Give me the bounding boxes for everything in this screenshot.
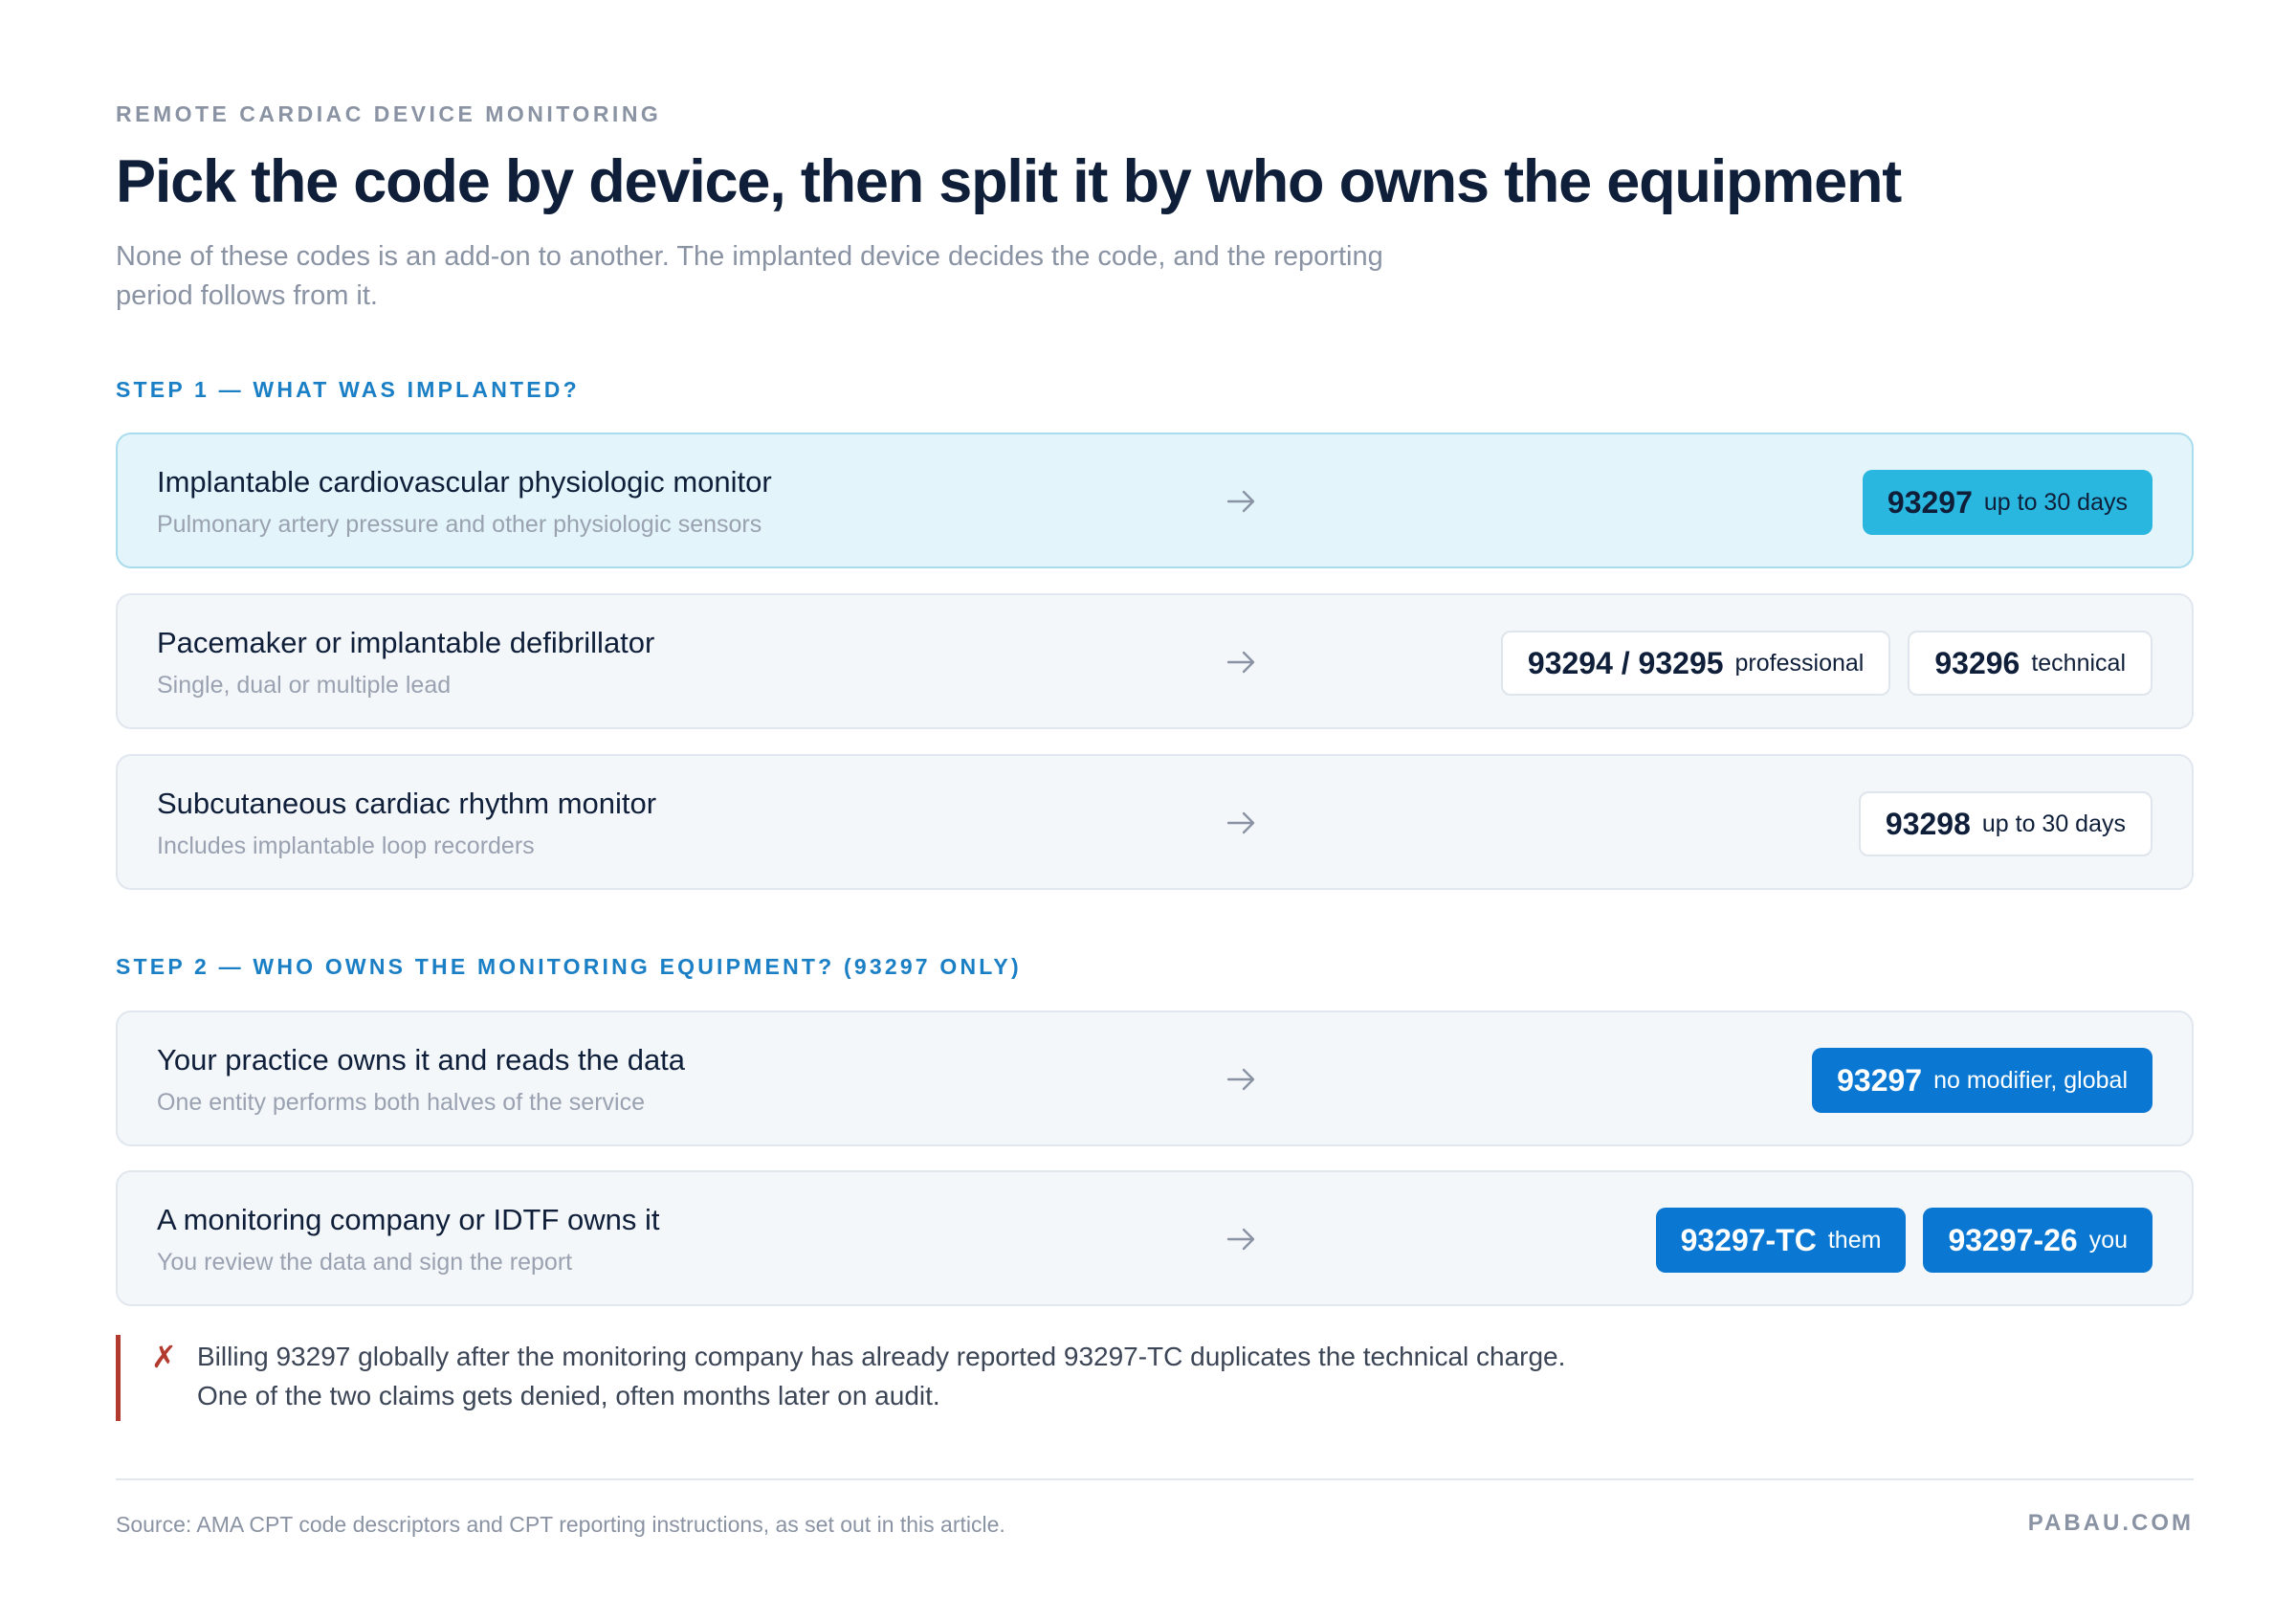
row-title: Your practice owns it and reads the data bbox=[157, 1043, 686, 1077]
pill-code: 93294 / 93295 bbox=[1527, 645, 1724, 680]
pill-code: 93297 bbox=[1887, 484, 1973, 520]
pill-note: no modifier, global bbox=[1933, 1066, 2128, 1094]
pill-note: professional bbox=[1734, 649, 1865, 677]
pill-code: 93296 bbox=[1934, 645, 2020, 680]
code-pill-93294-93295: 93294 / 93295 professional bbox=[1500, 631, 1891, 696]
arrow-right-icon bbox=[1226, 651, 1255, 674]
device-row-pacemaker: Pacemaker or implantable defibrillator S… bbox=[116, 593, 2194, 729]
pill-code: 93297-TC bbox=[1680, 1222, 1817, 1257]
pill-code: 93297 bbox=[1837, 1062, 1923, 1098]
row-subtitle: Pulmonary artery pressure and other phys… bbox=[157, 511, 762, 538]
arrow-right-icon bbox=[1226, 1068, 1255, 1091]
row-subtitle: One entity performs both halves of the s… bbox=[157, 1089, 645, 1116]
code-pill-93298: 93298 up to 30 days bbox=[1858, 791, 2152, 856]
code-pills: 93298 up to 30 days bbox=[1858, 791, 2152, 856]
row-title: Subcutaneous cardiac rhythm monitor bbox=[157, 787, 657, 820]
subtitle-line-1: None of these codes is an add-on to anot… bbox=[116, 241, 1383, 272]
code-pills: 93297 up to 30 days bbox=[1862, 470, 2152, 535]
code-pill-93296: 93296 technical bbox=[1908, 631, 2152, 696]
pill-note: them bbox=[1827, 1226, 1882, 1254]
arrow-right-icon bbox=[1226, 1228, 1255, 1251]
subtitle-line-2: period follows from it. bbox=[116, 280, 378, 311]
pill-note: up to 30 days bbox=[1983, 488, 2128, 516]
code-pills: 93297-TC them 93297-26 you bbox=[1655, 1208, 2152, 1273]
row-subtitle: You review the data and sign the report bbox=[157, 1249, 573, 1276]
pill-note: you bbox=[2088, 1226, 2128, 1254]
code-pills: 93297 no modifier, global bbox=[1812, 1048, 2152, 1113]
row-subtitle: Single, dual or multiple lead bbox=[157, 672, 452, 699]
warning-line-1: Billing 93297 globally after the monitor… bbox=[197, 1342, 1566, 1371]
device-row-rhythm-monitor: Subcutaneous cardiac rhythm monitor Incl… bbox=[116, 754, 2194, 890]
source-note: Source: AMA CPT code descriptors and CPT… bbox=[116, 1512, 1005, 1537]
footer-divider bbox=[116, 1478, 2194, 1480]
pill-code: 93297-26 bbox=[1948, 1222, 2078, 1257]
code-pill-93297-tc: 93297-TC them bbox=[1655, 1208, 1907, 1273]
code-pills: 93294 / 93295 professional 93296 technic… bbox=[1500, 631, 2152, 696]
pill-note: up to 30 days bbox=[1981, 810, 2126, 837]
eyebrow: REMOTE CARDIAC DEVICE MONITORING bbox=[116, 101, 662, 126]
infographic: REMOTE CARDIAC DEVICE MONITORING Pick th… bbox=[0, 0, 2296, 1621]
pill-note: technical bbox=[2031, 649, 2126, 677]
brand-logo-text: PABAU.COM bbox=[2027, 1510, 2194, 1536]
ownership-row-monitoring-company: A monitoring company or IDTF owns it You… bbox=[116, 1170, 2194, 1306]
device-row-physiologic-monitor: Implantable cardiovascular physiologic m… bbox=[116, 433, 2194, 568]
code-pill-93297-global: 93297 no modifier, global bbox=[1812, 1048, 2152, 1113]
ownership-row-practice: Your practice owns it and reads the data… bbox=[116, 1010, 2194, 1146]
step-2-label: STEP 2 — WHO OWNS THE MONITORING EQUIPME… bbox=[116, 954, 1022, 979]
warning-line-2: One of the two claims gets denied, often… bbox=[197, 1381, 940, 1410]
cross-icon: ✗ bbox=[151, 1340, 177, 1374]
arrow-right-icon bbox=[1226, 811, 1255, 834]
pill-code: 93298 bbox=[1885, 806, 1971, 841]
row-title: Implantable cardiovascular physiologic m… bbox=[157, 465, 772, 499]
page-subtitle: None of these codes is an add-on to anot… bbox=[116, 237, 1455, 316]
page-title: Pick the code by device, then split it b… bbox=[116, 148, 1902, 215]
row-title: Pacemaker or implantable defibrillator bbox=[157, 626, 655, 659]
code-pill-93297: 93297 up to 30 days bbox=[1862, 470, 2152, 535]
code-pill-93297-26: 93297-26 you bbox=[1923, 1208, 2152, 1273]
warning-callout: ✗ Billing 93297 globally after the monit… bbox=[116, 1335, 1747, 1421]
step-1-label: STEP 1 — WHAT WAS IMPLANTED? bbox=[116, 377, 580, 402]
arrow-right-icon bbox=[1226, 490, 1255, 513]
warning-text: Billing 93297 globally after the monitor… bbox=[197, 1337, 1747, 1415]
row-subtitle: Includes implantable loop recorders bbox=[157, 833, 535, 859]
row-title: A monitoring company or IDTF owns it bbox=[157, 1203, 660, 1236]
